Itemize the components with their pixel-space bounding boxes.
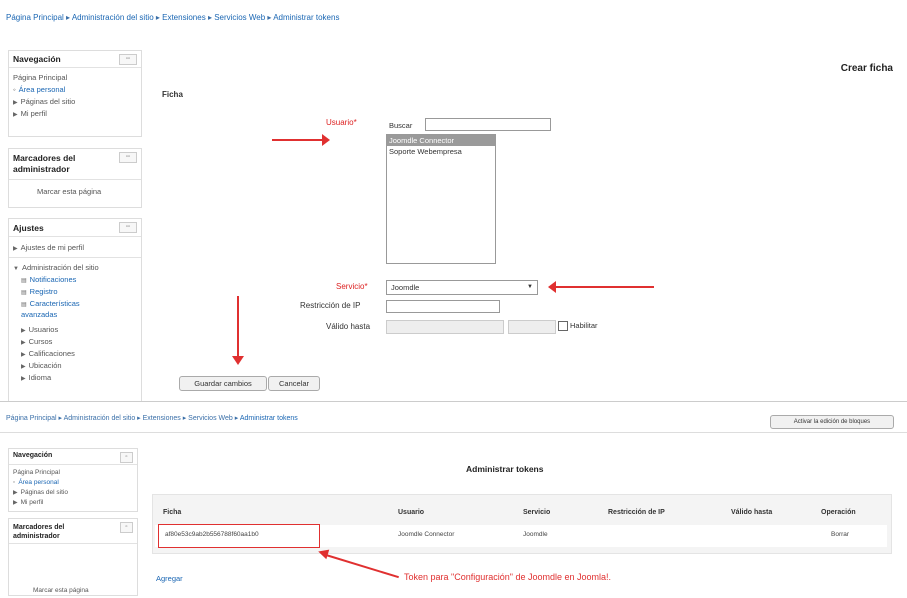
user-option[interactable]: Soporte Webempresa [387, 146, 495, 157]
bookmark-this-page-link[interactable]: Marcar esta página [33, 587, 89, 594]
settings-item-registration[interactable]: ▤ Registro [21, 287, 58, 296]
add-token-link[interactable]: Agregar [156, 574, 183, 583]
breadcrumb-item[interactable]: Servicios Web [214, 13, 265, 22]
breadcrumb: Página Principal ▸ Administración del si… [6, 13, 340, 22]
settings-item-language[interactable]: ▶ Idioma [21, 373, 51, 382]
service-label: Servicio* [336, 282, 368, 291]
breadcrumb-item[interactable]: Servicios Web [188, 415, 233, 422]
breadcrumb-item[interactable]: Extensiones [162, 13, 206, 22]
table-header: Usuario [398, 509, 425, 516]
table-header: Restricción de IP [608, 509, 665, 516]
block-title: Marcadores del administrador [13, 153, 76, 174]
admin-bookmarks-block: Marcadores del administrador ▫ Marcar es… [8, 518, 138, 596]
settings-item-notifications[interactable]: ▤ Notificaciones [21, 275, 76, 284]
breadcrumb-item[interactable]: Administración del sitio [64, 415, 136, 422]
token-highlight-box [158, 524, 320, 548]
block-collapse-icon[interactable]: ▫▫ [119, 152, 137, 163]
settings-item-courses[interactable]: ▶ Cursos [21, 337, 52, 346]
nav-item-home[interactable]: Página Principal [13, 469, 60, 476]
chevron-down-icon: ▼ [527, 284, 533, 290]
navigation-block: Navegación ▫▫ Página Principal ◦ Área per… [8, 50, 142, 137]
breadcrumb-item[interactable]: Administrar tokens [240, 415, 298, 422]
nav-item-profile[interactable]: ▶ Mi perfil [13, 499, 43, 506]
breadcrumb-item[interactable]: Página Principal [6, 415, 57, 422]
valid-day-select[interactable] [386, 320, 504, 334]
user-label: Usuario* [326, 118, 357, 127]
ip-input[interactable] [386, 300, 500, 313]
page-icon: ▤ [21, 302, 27, 308]
token-service: Joomdle [523, 531, 548, 538]
nav-item-dashboard[interactable]: ◦ Área personal [13, 479, 59, 486]
table-header: Válido hasta [731, 509, 773, 516]
ip-label: Restricción de IP [300, 301, 361, 310]
service-select[interactable]: Joomdle ▼ [386, 280, 538, 295]
token-user-link[interactable]: Joomdle Connector [398, 531, 454, 538]
settings-item-grades[interactable]: ▶ Calificaciones [21, 349, 75, 358]
enable-label: Habilitar [570, 321, 598, 330]
block-collapse-icon[interactable]: ▫▫ [119, 54, 137, 65]
search-label: Buscar [389, 121, 413, 130]
navigation-block: Navegación ▫ Página Principal ◦ Área pers… [8, 448, 138, 512]
user-option-selected[interactable]: Joomdle Connector [387, 135, 495, 146]
page-icon: ▤ [21, 278, 27, 284]
table-header: Ficha [163, 509, 182, 516]
table-header: Operación [821, 509, 856, 516]
admin-bookmarks-block: Marcadores del administrador ▫▫ Marcar e… [8, 148, 142, 208]
page-icon: ▤ [21, 290, 27, 296]
nav-item-site-pages[interactable]: ▶ Páginas del sitio [13, 489, 68, 496]
valid-time-select[interactable] [508, 320, 556, 334]
delete-token-link[interactable]: Borrar [831, 531, 849, 538]
settings-item-location[interactable]: ▶ Ubicación [21, 361, 62, 370]
bookmark-this-page-link[interactable]: Marcar esta página [37, 187, 101, 196]
settings-item-site-admin[interactable]: ▼ Administración del sitio [13, 263, 99, 272]
enable-block-editing-button[interactable]: Activar la edición de bloques [770, 415, 894, 429]
valid-label: Válido hasta [326, 322, 371, 331]
settings-item-advanced[interactable]: ▤ Características avanzadas [21, 299, 111, 320]
settings-item-users[interactable]: ▶ Usuarios [21, 325, 58, 334]
page-title: Crear ficha [840, 63, 893, 74]
cancel-button[interactable]: Cancelar [268, 376, 320, 391]
enable-checkbox[interactable] [558, 321, 568, 331]
form-legend: Ficha [162, 90, 183, 99]
nav-item-dashboard[interactable]: ◦ Área personal [13, 85, 65, 94]
annotation-text: Token para "Configuración" de Joomdle en… [404, 572, 612, 582]
breadcrumb: Página Principal ▸ Administración del si… [6, 415, 298, 422]
breadcrumb-item[interactable]: Administración del sitio [72, 13, 154, 22]
block-collapse-icon[interactable]: ▫ [120, 522, 133, 533]
table-header: Servicio [523, 509, 551, 516]
nav-item-site-pages[interactable]: ▶ Páginas del sitio [13, 97, 75, 106]
user-select-list[interactable]: Joomdle Connector Soporte Webempresa [386, 134, 496, 264]
breadcrumb-item[interactable]: Extensiones [143, 415, 181, 422]
block-title: Navegación [13, 452, 53, 459]
manage-tokens-title: Administrar tokens [466, 464, 544, 474]
block-title: Marcadores del administrador [13, 524, 65, 540]
settings-item-profile[interactable]: ▶ Ajustes de mi perfil [13, 243, 84, 252]
breadcrumb-item[interactable]: Administrar tokens [273, 13, 339, 22]
save-changes-button[interactable]: Guardar cambios [179, 376, 267, 391]
breadcrumb-item[interactable]: Página Principal [6, 13, 64, 22]
settings-block: Ajustes ▫▫ ▶ Ajustes de mi perfil ▼ Admini… [8, 218, 142, 402]
nav-item-home[interactable]: Página Principal [13, 73, 67, 82]
nav-item-profile[interactable]: ▶ Mi perfil [13, 109, 47, 118]
block-collapse-icon[interactable]: ▫ [120, 452, 133, 463]
user-search-input[interactable] [425, 118, 551, 131]
block-collapse-icon[interactable]: ▫▫ [119, 222, 137, 233]
